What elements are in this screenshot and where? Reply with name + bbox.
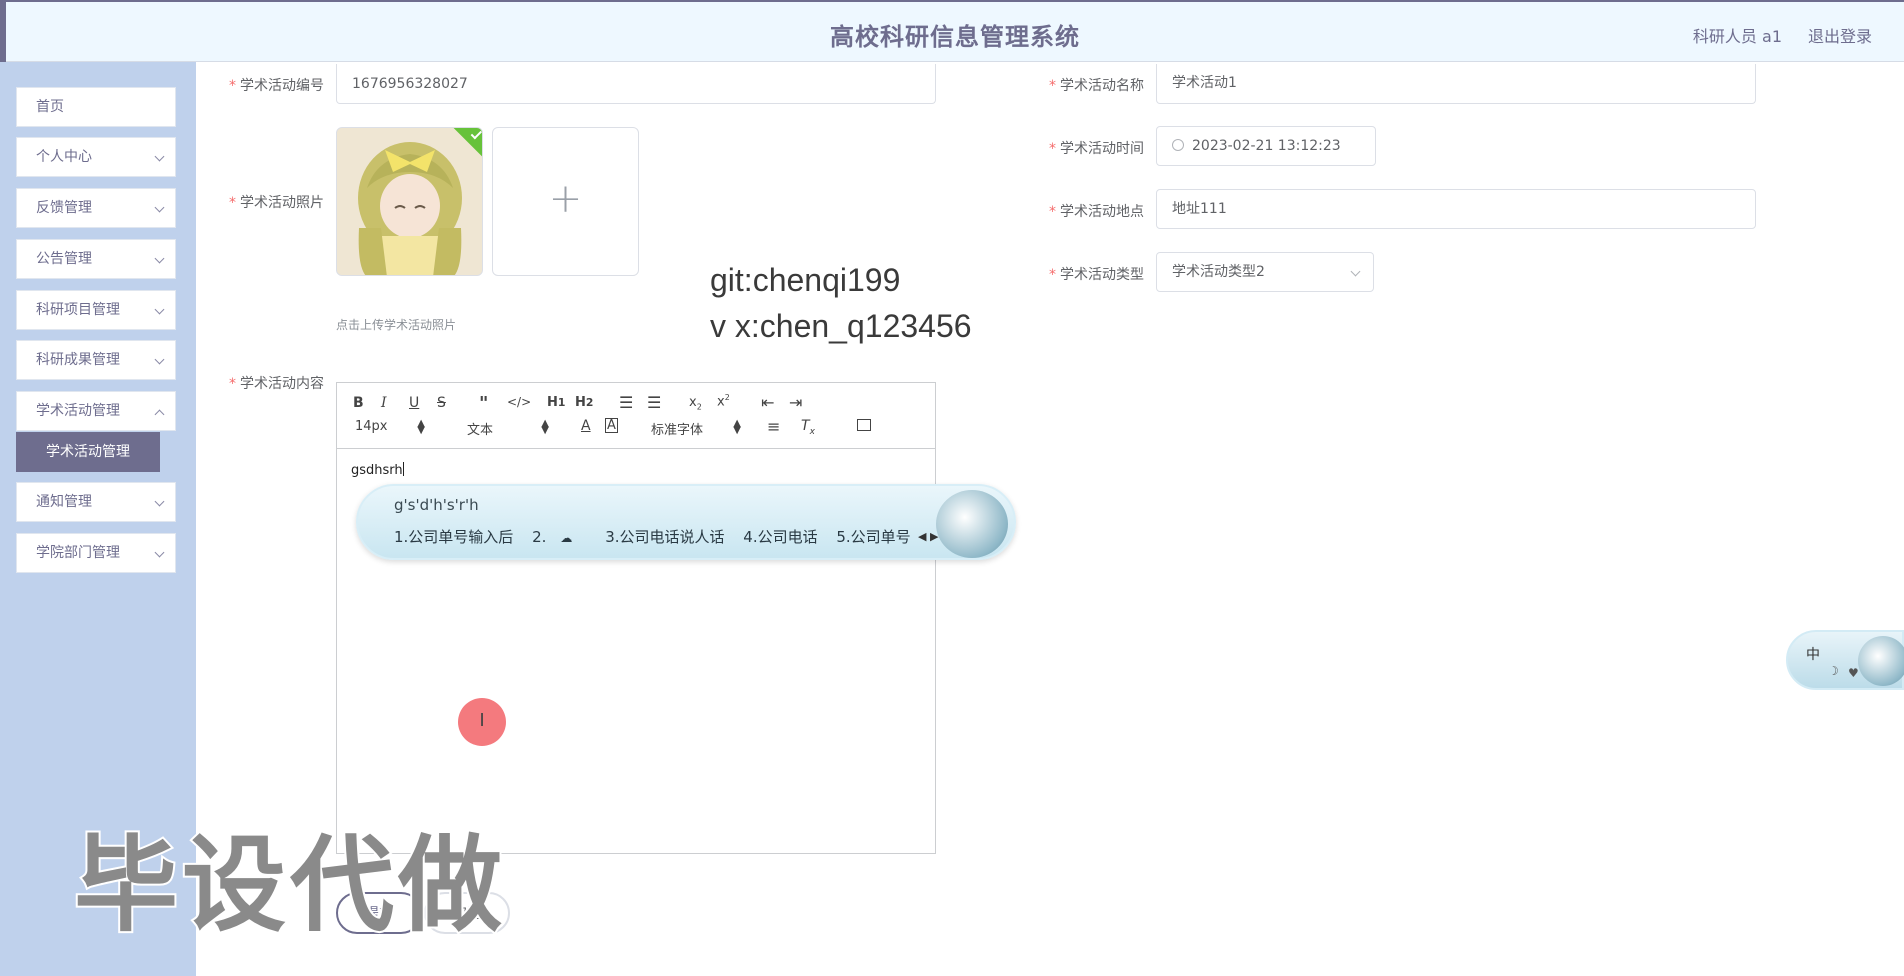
chevron-down-icon: [1350, 266, 1361, 277]
skin-icon[interactable]: ♥: [1848, 666, 1859, 680]
user-info: 科研人员 a1: [1692, 27, 1782, 46]
ime-candidate[interactable]: 1.公司单号输入后: [394, 528, 513, 546]
mouse-cursor-highlight: I: [458, 698, 506, 746]
watermark-overlay-text: 毕设代做: [72, 822, 507, 948]
chevron-down-icon: [154, 202, 165, 213]
label-activity-time: * 学术活动时间: [1049, 141, 1144, 157]
label-activity-code: * 学术活动编号: [229, 78, 324, 94]
subscript-icon[interactable]: x2: [689, 395, 702, 412]
blockquote-icon[interactable]: ": [479, 393, 488, 414]
font-color-icon[interactable]: A: [581, 418, 591, 434]
sidebar-item-project[interactable]: 科研项目管理: [16, 290, 176, 330]
activity-code-input[interactable]: 1676956328027: [336, 64, 936, 104]
activity-photo-thumbnail[interactable]: [336, 127, 483, 276]
align-icon[interactable]: ≡: [767, 417, 780, 436]
label-activity-place: * 学术活动地点: [1049, 204, 1144, 220]
sidebar-item-feedback[interactable]: 反馈管理: [16, 188, 176, 228]
superscript-icon[interactable]: x2: [717, 393, 730, 409]
clear-format-icon[interactable]: Tx: [801, 418, 815, 437]
chevron-down-icon: [154, 151, 165, 162]
text-caret: [402, 462, 404, 476]
bullet-list-icon[interactable]: ☰: [647, 393, 661, 412]
image-insert-icon[interactable]: [857, 419, 871, 431]
outdent-icon[interactable]: ⇤: [761, 393, 774, 412]
chevron-down-icon: [154, 253, 165, 264]
ime-candidate[interactable]: 4.公司电话: [743, 528, 817, 546]
ime-mode-indicator[interactable]: 中: [1806, 644, 1820, 664]
top-header: 高校科研信息管理系统 科研人员 a1 退出登录: [0, 0, 1904, 62]
sidebar-item-department[interactable]: 学院部门管理: [16, 533, 176, 573]
chevron-up-icon: [154, 409, 165, 420]
ime-candidate[interactable]: 5.公司单号: [836, 528, 910, 546]
chevron-down-icon: [154, 547, 165, 558]
editor-content[interactable]: gsdhsrh: [351, 462, 404, 478]
photo-upload-hint: 点击上传学术活动照片: [336, 318, 457, 332]
ordered-list-icon[interactable]: ☰: [619, 393, 633, 412]
app-title: 高校科研信息管理系统: [830, 23, 1080, 51]
label-activity-name: * 学术活动名称: [1049, 78, 1144, 94]
sidebar-item-home[interactable]: 首页: [16, 87, 176, 127]
anime-girl-image: [337, 128, 482, 275]
header-bar: 高校科研信息管理系统 科研人员 a1 退出登录: [6, 2, 1904, 62]
block-format-select[interactable]: 文本 ▲ ▼: [467, 419, 549, 439]
cloud-icon: ☁: [560, 531, 573, 545]
text-cursor-icon: I: [479, 710, 485, 731]
ime-skin-decoration: [1858, 636, 1904, 686]
ime-composition: g's'd'h's'r'h: [394, 496, 479, 514]
rich-text-editor: B I U S " </> H1 H2 ☰ ☰ x2 x2 ⇤ ⇥ 14px ▲ ▼…: [336, 382, 936, 854]
chevron-down-icon: [154, 496, 165, 507]
label-activity-content: * 学术活动内容: [229, 376, 324, 392]
ime-status-bar[interactable]: 中 ☽ ♥: [1786, 630, 1904, 690]
strikethrough-icon[interactable]: S: [437, 395, 446, 411]
sidebar-item-notice[interactable]: 通知管理: [16, 482, 176, 522]
font-family-select[interactable]: 标准字体 ▲ ▼: [651, 419, 741, 439]
sidebar-item-activity[interactable]: 学术活动管理: [16, 391, 176, 431]
clock-icon: [1172, 139, 1184, 151]
sidebar-item-achievement[interactable]: 科研成果管理: [16, 340, 176, 380]
photo-upload-button[interactable]: +: [492, 127, 639, 276]
sidebar-item-profile[interactable]: 个人中心: [16, 137, 176, 177]
chevron-down-icon: [154, 304, 165, 315]
label-activity-photo: * 学术活动照片: [229, 195, 324, 211]
underline-icon[interactable]: U: [409, 395, 419, 411]
code-block-icon[interactable]: </>: [507, 395, 531, 409]
background-color-icon[interactable]: A: [605, 418, 618, 433]
ime-candidate-window: g's'd'h's'r'h 1.公司单号输入后 2. ☁ 3.公司电话说人话 4.…: [356, 484, 1016, 560]
submenu-item-activity-manage[interactable]: 学术活动管理: [16, 432, 160, 472]
label-activity-type: * 学术活动类型: [1049, 267, 1144, 283]
ime-candidate[interactable]: 2. ☁: [532, 528, 586, 546]
ime-skin-decoration: [936, 490, 1008, 558]
plus-icon: +: [548, 176, 583, 222]
indent-icon[interactable]: ⇥: [789, 393, 802, 412]
watermark-git: git:chenqi199: [710, 262, 901, 298]
heading2-icon[interactable]: H2: [575, 395, 593, 410]
moon-icon[interactable]: ☽: [1828, 664, 1839, 678]
sidebar-item-announcement[interactable]: 公告管理: [16, 239, 176, 279]
chevron-down-icon: [154, 354, 165, 365]
ime-candidate[interactable]: 3.公司电话说人话: [605, 528, 724, 546]
ime-candidate-list: 1.公司单号输入后 2. ☁ 3.公司电话说人话 4.公司电话 5.公司单号: [394, 526, 925, 547]
heading1-icon[interactable]: H1: [547, 395, 565, 410]
activity-name-input[interactable]: 学术活动1: [1156, 64, 1756, 104]
ime-page-arrows-icon[interactable]: ◀ ▶: [918, 530, 938, 543]
editor-toolbar: B I U S " </> H1 H2 ☰ ☰ x2 x2 ⇤ ⇥ 14px ▲ ▼…: [337, 383, 935, 449]
logout-link[interactable]: 退出登录: [1808, 23, 1872, 47]
font-size-select[interactable]: 14px ▲ ▼: [355, 419, 425, 436]
activity-type-select[interactable]: 学术活动类型2: [1156, 252, 1374, 292]
watermark-vx: v x:chen_q123456: [710, 308, 972, 344]
activity-time-picker[interactable]: 2023-02-21 13:12:23: [1156, 126, 1376, 166]
activity-place-input[interactable]: 地址111: [1156, 189, 1756, 229]
italic-icon[interactable]: I: [381, 395, 387, 411]
bold-icon[interactable]: B: [353, 395, 364, 411]
